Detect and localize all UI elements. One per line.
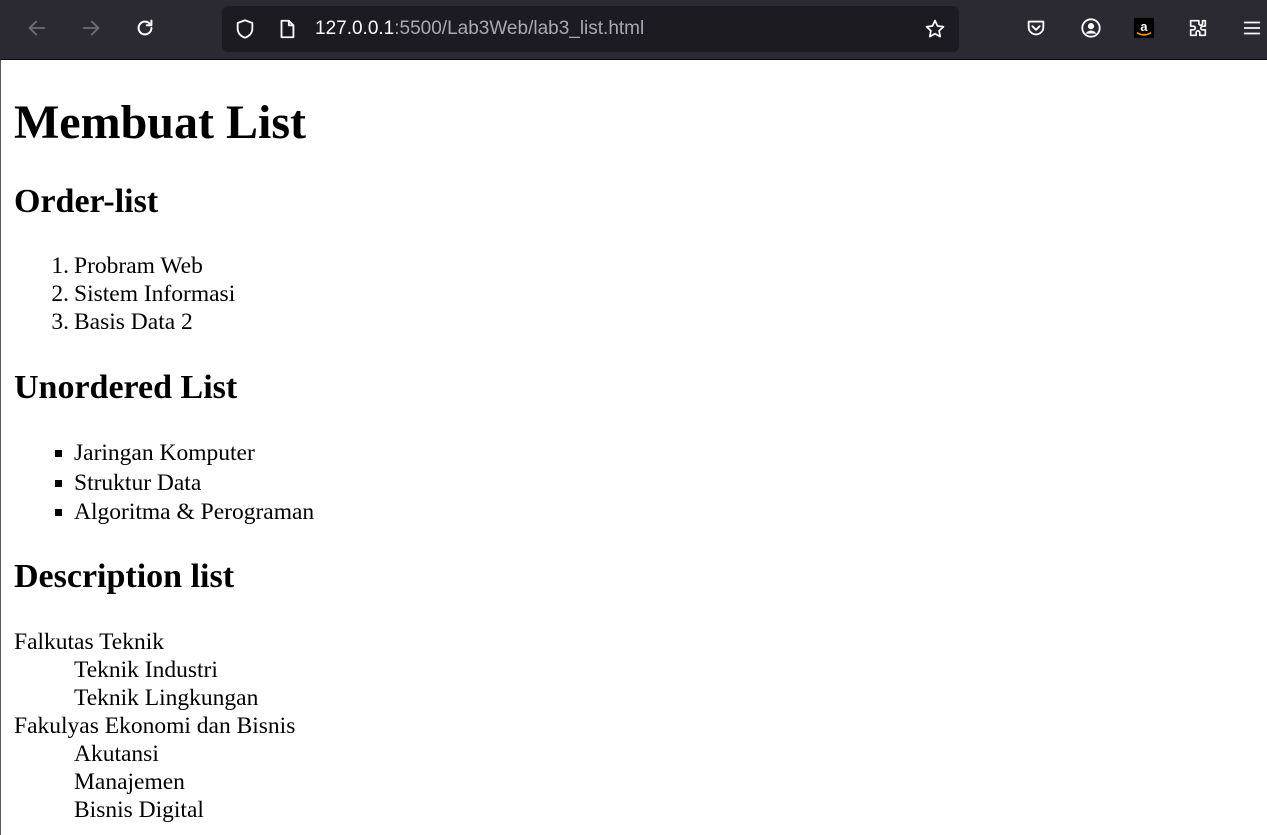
amazon-button[interactable]: a [1126, 10, 1162, 46]
browser-toolbar: 127.0.0.1:5500/Lab3Web/lab3_list.html a [0, 0, 1267, 60]
svg-text:a: a [1140, 19, 1148, 34]
list-item: Sistem Informasi [74, 281, 236, 307]
square-bullet-icon [55, 450, 62, 457]
list-item: Probram Web [74, 253, 203, 279]
list-number: 1. [51, 253, 69, 279]
list-item: Struktur Data [74, 470, 202, 496]
reload-icon [137, 19, 153, 36]
list-item: Algoritma & Perograman [74, 499, 315, 525]
forward-arrow-icon [82, 20, 100, 36]
page-icon[interactable] [276, 18, 298, 40]
square-bullet-icon [55, 480, 62, 487]
menu-icon [1243, 21, 1261, 35]
square-bullet-icon [55, 509, 62, 516]
address-bar[interactable]: 127.0.0.1:5500/Lab3Web/lab3_list.html [222, 6, 959, 52]
menu-button[interactable] [1234, 10, 1267, 46]
back-arrow-icon [28, 20, 46, 36]
page-content: Membuat List Order-list 1. Probram Web 2… [0, 60, 1267, 835]
account-button[interactable] [1073, 10, 1109, 46]
url-host: 127.0.0.1 [315, 18, 395, 39]
forward-button[interactable] [73, 10, 109, 46]
description-definition: Teknik Industri [74, 657, 218, 683]
description-list-heading: Description list [14, 558, 235, 595]
extensions-button[interactable] [1180, 10, 1216, 46]
url-path: :5500/Lab3Web/lab3_list.html [394, 18, 645, 39]
list-item: Jaringan Komputer [74, 440, 255, 466]
description-definition: Manajemen [74, 769, 185, 795]
description-definition: Akutansi [74, 741, 159, 767]
ordered-list-heading: Order-list [14, 183, 159, 220]
description-definition: Teknik Lingkungan [74, 685, 259, 711]
extensions-icon [1189, 19, 1207, 37]
pocket-icon [1027, 20, 1045, 36]
unordered-list-heading: Unordered List [14, 369, 238, 406]
page-title: Membuat List [14, 96, 306, 149]
description-term: Fakulyas Ekonomi dan Bisnis [14, 713, 296, 739]
list-item: Basis Data 2 [74, 309, 193, 335]
back-button[interactable] [19, 10, 55, 46]
list-number: 2. [51, 281, 69, 307]
account-icon [1081, 18, 1101, 38]
description-definition: Bisnis Digital [74, 797, 204, 823]
list-number: 3. [51, 309, 69, 335]
reload-button[interactable] [127, 10, 163, 46]
shield-icon[interactable] [234, 18, 256, 40]
description-term: Falkutas Teknik [14, 629, 165, 655]
amazon-icon: a [1133, 17, 1155, 39]
url-text[interactable]: 127.0.0.1:5500/Lab3Web/lab3_list.html [315, 6, 644, 52]
pocket-button[interactable] [1018, 10, 1054, 46]
star-icon[interactable] [924, 18, 946, 40]
